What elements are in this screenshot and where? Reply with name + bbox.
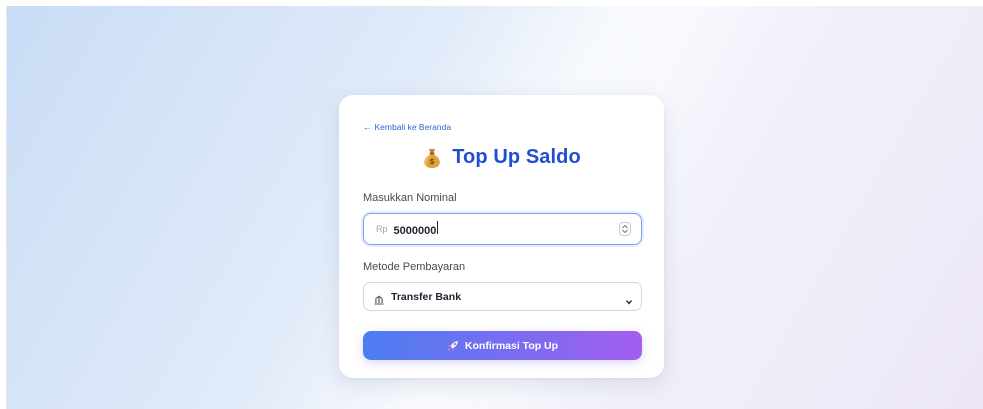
text-caret: [437, 221, 439, 234]
bank-icon: [374, 292, 384, 305]
payment-method-label: Metode Pembayaran: [363, 261, 466, 273]
amount-input[interactable]: Rp 5000000: [363, 213, 642, 245]
payment-method-select[interactable]: Transfer Bank: [363, 282, 642, 311]
page-title-text: Top Up Saldo: [452, 146, 581, 168]
amount-label: Masukkan Nominal: [363, 192, 457, 204]
rocket-icon: [447, 340, 459, 352]
back-link-label: Kembali ke Beranda: [374, 122, 452, 132]
confirm-button-label: Konfirmasi Top Up: [464, 339, 559, 352]
chevron-down-icon: [625, 293, 633, 311]
back-arrow-icon: ←: [363, 122, 372, 132]
svg-text:$: $: [429, 157, 435, 166]
confirm-top-up-button[interactable]: Konfirmasi Top Up: [363, 331, 642, 360]
page-background: ← Kembali ke Beranda $ Top Up Saldo Masu…: [6, 6, 983, 409]
stepper-icon[interactable]: [619, 222, 631, 236]
amount-value-text: 5000000: [393, 225, 437, 237]
amount-value[interactable]: 5000000: [394, 221, 594, 237]
back-to-home-link[interactable]: ← Kembali ke Beranda: [363, 122, 451, 132]
top-up-card: ← Kembali ke Beranda $ Top Up Saldo Masu…: [339, 95, 664, 378]
currency-prefix: Rp: [376, 224, 388, 234]
money-bag-icon: $: [422, 147, 442, 169]
payment-method-value: Transfer Bank: [391, 290, 462, 303]
page-title: $ Top Up Saldo: [339, 146, 664, 169]
